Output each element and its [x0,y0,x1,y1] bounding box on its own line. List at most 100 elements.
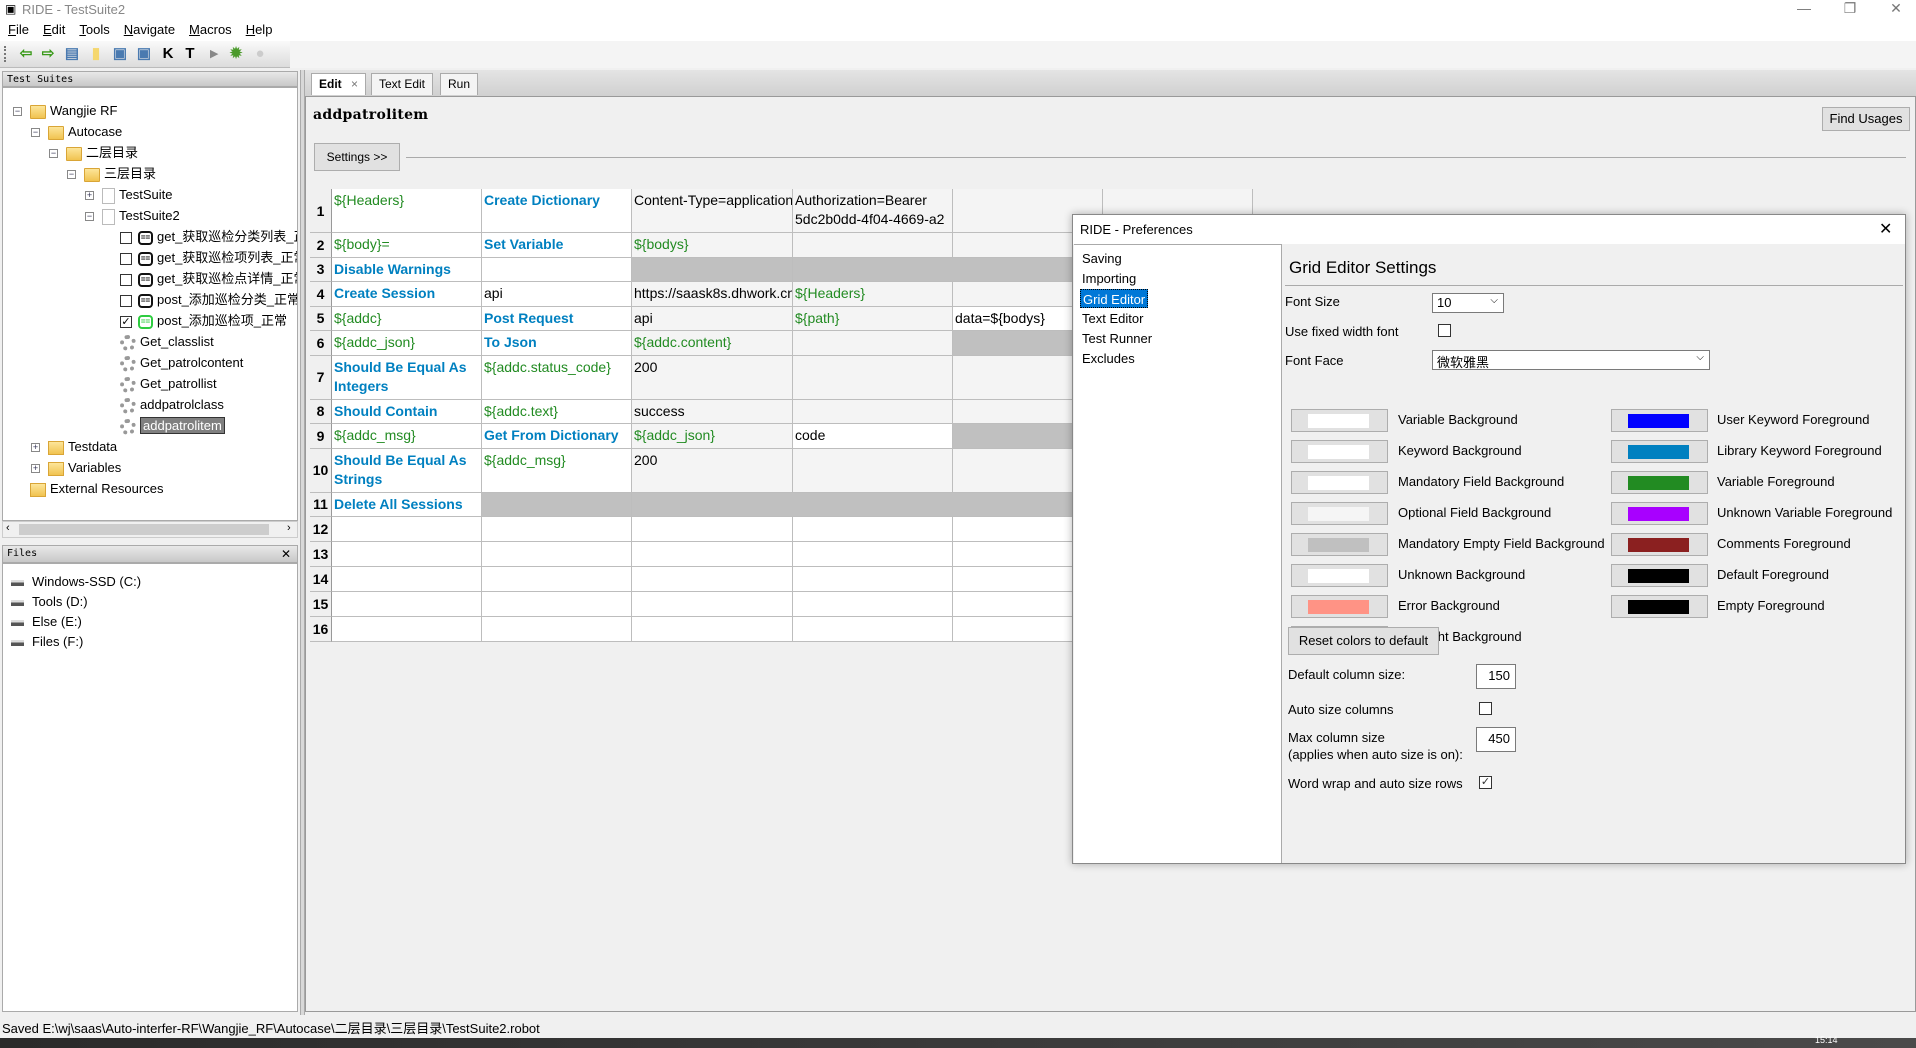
grid-cell[interactable] [482,257,632,282]
grid-cell[interactable]: success [632,399,793,424]
row-header[interactable]: 10 [310,448,332,493]
color-picker-button[interactable] [1291,564,1388,587]
tab-run[interactable]: Run [440,73,479,95]
new-folder-icon[interactable]: ▮ [86,44,106,64]
tree-item[interactable]: − TestSuite2 [85,205,180,226]
grid-cell[interactable] [793,331,953,356]
auto-size-columns-checkbox[interactable] [1479,702,1492,715]
tree-item[interactable]: addpatrolclass [120,394,224,415]
grid-cell[interactable] [793,592,953,617]
grid-cell[interactable]: 200 [632,448,793,493]
fixed-width-checkbox[interactable] [1438,324,1451,337]
collapse-icon[interactable]: − [49,149,58,159]
tree-item[interactable]: Get_patrollist [120,373,217,394]
tree-item[interactable]: == get_获取巡检分类列表_正常 [120,226,297,247]
row-header[interactable]: 13 [310,542,332,567]
grid-cell[interactable] [332,567,482,592]
color-picker-button[interactable] [1291,409,1388,432]
grid-cell[interactable]: Content-Type=application/json [632,189,793,233]
row-header[interactable]: 16 [310,617,332,642]
row-header[interactable]: 7 [310,355,332,400]
grid-cell[interactable]: api [632,306,793,331]
grid-cell[interactable] [793,617,953,642]
default-column-size-input[interactable]: 150 [1476,664,1516,689]
grid-cell[interactable]: Set Variable [482,233,632,258]
grid-cell[interactable]: Should Be Equal As Strings [332,448,482,493]
grid-cell[interactable] [793,233,953,258]
test-checkbox[interactable] [120,231,132,244]
find-usages-button[interactable]: Find Usages [1822,107,1910,131]
row-header[interactable]: 5 [310,306,332,331]
grid-cell[interactable] [793,355,953,400]
color-picker-button[interactable] [1611,471,1708,494]
grid-cell[interactable] [482,567,632,592]
test-checkbox[interactable] [120,273,132,286]
menu-macros[interactable]: Macros [181,20,238,37]
save-all-icon[interactable]: ▣ [134,44,154,64]
grid-cell[interactable] [632,542,793,567]
row-header[interactable]: 4 [310,282,332,307]
drive-item[interactable]: Files (F:) [11,632,83,652]
font-face-select[interactable]: 微软雅黑 ⌵ [1432,350,1710,370]
row-header[interactable]: 2 [310,233,332,258]
row-header[interactable]: 14 [310,567,332,592]
tree-horizontal-scrollbar[interactable]: ‹ › [2,521,298,538]
tree-item[interactable]: − 二层目录 [49,142,138,163]
grid-cell[interactable]: Create Dictionary [482,189,632,233]
color-picker-button[interactable] [1291,440,1388,463]
grid-cell[interactable] [482,617,632,642]
tree-item[interactable]: External Resources [30,478,163,499]
menu-help[interactable]: Help [238,20,279,37]
open-icon[interactable]: ▤ [62,44,82,64]
grid-cell[interactable]: ${addc_json} [332,331,482,356]
grid-cell[interactable] [632,592,793,617]
grid-cell[interactable]: Disable Warnings [332,257,482,282]
tree-item[interactable]: ✓ == post_添加巡检项_正常 [120,310,287,331]
run-icon[interactable]: ▸ [204,44,224,64]
grid-cell[interactable] [332,542,482,567]
tree-item[interactable]: == get_获取巡检项列表_正常 [120,247,297,268]
tree-item[interactable]: + TestSuite [85,184,172,205]
preference-category[interactable]: Importing [1080,269,1138,288]
color-picker-button[interactable] [1291,471,1388,494]
forward-arrow-icon[interactable]: ⇨ [38,44,58,64]
grid-cell[interactable]: ${addc.text} [482,399,632,424]
drive-item[interactable]: Windows-SSD (C:) [11,572,141,592]
grid-cell[interactable] [632,492,793,517]
grid-cell[interactable] [793,399,953,424]
preference-category[interactable]: Grid Editor [1080,289,1149,308]
grid-cell[interactable]: Delete All Sessions [332,492,482,517]
grid-cell[interactable]: Should Contain [332,399,482,424]
row-header[interactable]: 11 [310,492,332,517]
grid-cell[interactable] [793,448,953,493]
collapse-icon[interactable]: − [67,170,76,180]
grid-cell[interactable]: code [793,424,953,449]
preference-category[interactable]: Test Runner [1080,329,1154,348]
grid-cell[interactable] [332,617,482,642]
color-picker-button[interactable] [1611,533,1708,556]
preference-category[interactable]: Text Editor [1080,309,1145,328]
search-keywords-icon[interactable]: K [158,44,178,64]
maximize-button[interactable]: ❐ [1830,0,1870,20]
test-checkbox[interactable] [120,294,132,307]
color-picker-button[interactable] [1611,595,1708,618]
settings-button[interactable]: Settings >> [314,143,400,171]
drive-item[interactable]: Tools (D:) [11,592,88,612]
grid-cell[interactable]: ${addc} [332,306,482,331]
save-icon[interactable]: ▣ [110,44,130,64]
grid-cell[interactable]: ${Headers} [332,189,482,233]
row-header[interactable]: 3 [310,257,332,282]
max-column-size-input[interactable]: 450 [1476,727,1516,752]
grid-cell[interactable]: ${path} [793,306,953,331]
word-wrap-checkbox[interactable]: ✓ [1479,776,1492,789]
preference-category[interactable]: Excludes [1080,349,1137,368]
tab-edit[interactable]: Edit × [311,73,367,95]
grid-cell[interactable]: ${bodys} [632,233,793,258]
tree-item[interactable]: + Testdata [31,436,117,457]
tree-item[interactable]: Get_patrolcontent [120,352,243,373]
grid-cell[interactable] [482,542,632,567]
grid-cell[interactable]: ${addc.status_code} [482,355,632,400]
tree-item[interactable]: == post_添加巡检分类_正常 [120,289,297,310]
test-checkbox[interactable]: ✓ [120,315,132,328]
grid-cell[interactable]: https://saask8s.dhwork.cn [632,282,793,307]
